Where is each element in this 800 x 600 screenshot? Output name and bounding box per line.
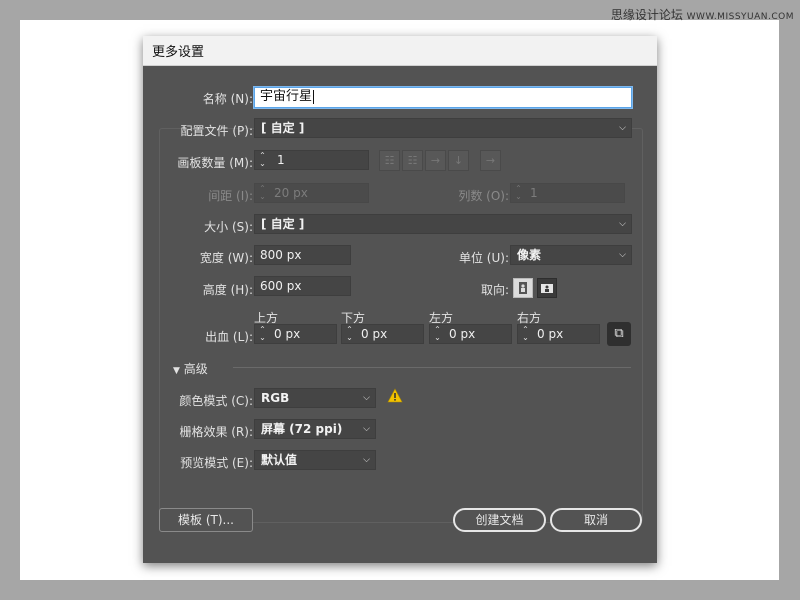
- create-document-button[interactable]: 创建文档: [453, 508, 546, 532]
- color-mode-select[interactable]: RGB ⌵: [254, 388, 376, 408]
- raster-effects-label: 栅格效果 (R):: [179, 425, 253, 439]
- advanced-divider: [233, 367, 631, 368]
- dialog-titlebar[interactable]: 更多设置: [143, 36, 657, 66]
- stepper-arrows-icon[interactable]: ⌃ ⌄: [521, 326, 530, 342]
- dialog-title: 更多设置: [152, 45, 205, 60]
- chevron-down-icon: ⌵: [619, 123, 626, 133]
- bleed-left-stepper[interactable]: ⌃ ⌄ 0 px: [429, 324, 512, 344]
- chevron-down-icon: ⌵: [363, 455, 370, 465]
- bleed-label: 出血 (L):: [205, 330, 253, 344]
- watermark-text: 思缘设计论坛: [610, 8, 683, 22]
- stepper-arrows-icon[interactable]: ⌃ ⌄: [433, 326, 442, 342]
- spacing-stepper: ⌃ ⌄ 20 px: [254, 183, 369, 203]
- cancel-button[interactable]: 取消: [550, 508, 642, 532]
- name-input[interactable]: 宇宙行星: [254, 87, 632, 108]
- portrait-icon: [519, 282, 527, 294]
- chevron-down-icon: ⌵: [363, 424, 370, 434]
- templates-button[interactable]: 模板 (T)...: [159, 508, 253, 532]
- arrange-by-row-icon: →: [425, 150, 446, 171]
- bleed-bottom-value: 0 px: [361, 327, 388, 341]
- units-label: 单位 (U):: [458, 251, 509, 265]
- advanced-toggle[interactable]: ▼ 高级: [173, 360, 208, 377]
- stepper-arrows-icon[interactable]: ⌃ ⌄: [345, 326, 354, 342]
- name-label: 名称 (N):: [202, 92, 253, 106]
- artboards-stepper[interactable]: ⌃ ⌄ 1: [254, 150, 369, 170]
- arrange-by-column-icon: ↓: [448, 150, 469, 171]
- bleed-left-value: 0 px: [449, 327, 476, 341]
- bleed-top-value: 0 px: [274, 327, 301, 341]
- units-select[interactable]: 像素 ⌵: [510, 245, 632, 265]
- landscape-icon: [541, 284, 553, 293]
- height-label: 高度 (H):: [202, 283, 253, 297]
- columns-value: 1: [530, 186, 538, 200]
- triangle-down-icon: ▼: [173, 366, 180, 376]
- profile-value: [ 自定 ]: [261, 121, 305, 135]
- warning-icon[interactable]: [387, 388, 403, 403]
- color-mode-value: RGB: [261, 391, 290, 405]
- raster-effects-select[interactable]: 屏幕 (72 ppi) ⌵: [254, 419, 376, 439]
- spacing-label: 间距 (I):: [208, 189, 253, 203]
- profile-label: 配置文件 (P):: [180, 124, 253, 138]
- stepper-arrows-icon: ⌃ ⌄: [515, 184, 522, 201]
- size-label: 大小 (S):: [204, 220, 253, 234]
- stepper-arrows-icon: ⌃ ⌄: [259, 184, 266, 201]
- spacing-value: 20 px: [274, 186, 308, 200]
- width-value: 800 px: [260, 248, 302, 262]
- bleed-top-stepper[interactable]: ⌃ ⌄ 0 px: [254, 324, 337, 344]
- preview-mode-label: 预览模式 (E):: [180, 456, 253, 470]
- columns-label: 列数 (O):: [458, 189, 509, 203]
- columns-stepper: ⌃ ⌄ 1: [510, 183, 625, 203]
- size-value: [ 自定 ]: [261, 217, 305, 231]
- text-caret: [313, 89, 315, 104]
- stepper-arrows-icon[interactable]: ⌃ ⌄: [258, 152, 267, 168]
- chevron-down-icon: ⌵: [363, 393, 370, 403]
- orientation-label: 取向:: [480, 283, 509, 297]
- watermark-sub: WWW.MISSYUAN.COM: [686, 12, 794, 22]
- height-value: 600 px: [260, 279, 302, 293]
- width-input[interactable]: 800 px: [254, 245, 351, 265]
- chevron-down-icon: ⌵: [619, 250, 626, 260]
- preview-mode-select[interactable]: 默认值 ⌵: [254, 450, 376, 470]
- grid-by-row-icon: ☷: [379, 150, 400, 171]
- size-select[interactable]: [ 自定 ] ⌵: [254, 214, 632, 234]
- color-mode-label: 颜色模式 (C):: [179, 394, 253, 408]
- width-label: 宽度 (W):: [199, 251, 253, 265]
- watermark: 思缘设计论坛 WWW.MISSYUAN.COM: [611, 6, 794, 23]
- bleed-right-value: 0 px: [537, 327, 564, 341]
- artboards-label: 画板数量 (M):: [177, 156, 253, 170]
- units-value: 像素: [517, 248, 542, 262]
- bleed-bottom-stepper[interactable]: ⌃ ⌄ 0 px: [341, 324, 424, 344]
- more-settings-dialog: 更多设置 名称 (N): 宇宙行星 配置文件 (P): [ 自定 ] ⌵ 画板数…: [143, 36, 657, 563]
- right-to-left-icon: →: [480, 150, 501, 171]
- raster-effects-value: 屏幕 (72 ppi): [261, 422, 343, 436]
- advanced-label: 高级: [183, 362, 208, 376]
- height-input[interactable]: 600 px: [254, 276, 351, 296]
- landscape-orientation-button[interactable]: [537, 278, 557, 298]
- grid-by-column-icon: ☷: [402, 150, 423, 171]
- stepper-arrows-icon[interactable]: ⌃ ⌄: [258, 326, 267, 342]
- artboards-value: 1: [277, 153, 285, 167]
- chain-link-icon: ⧉: [614, 326, 624, 341]
- name-value: 宇宙行星: [260, 89, 313, 104]
- profile-select[interactable]: [ 自定 ] ⌵: [254, 118, 632, 138]
- bleed-right-stepper[interactable]: ⌃ ⌄ 0 px: [517, 324, 600, 344]
- link-bleed-button[interactable]: ⧉: [607, 322, 631, 346]
- chevron-down-icon: ⌵: [619, 219, 626, 229]
- portrait-orientation-button[interactable]: [513, 278, 533, 298]
- preview-mode-value: 默认值: [261, 453, 298, 467]
